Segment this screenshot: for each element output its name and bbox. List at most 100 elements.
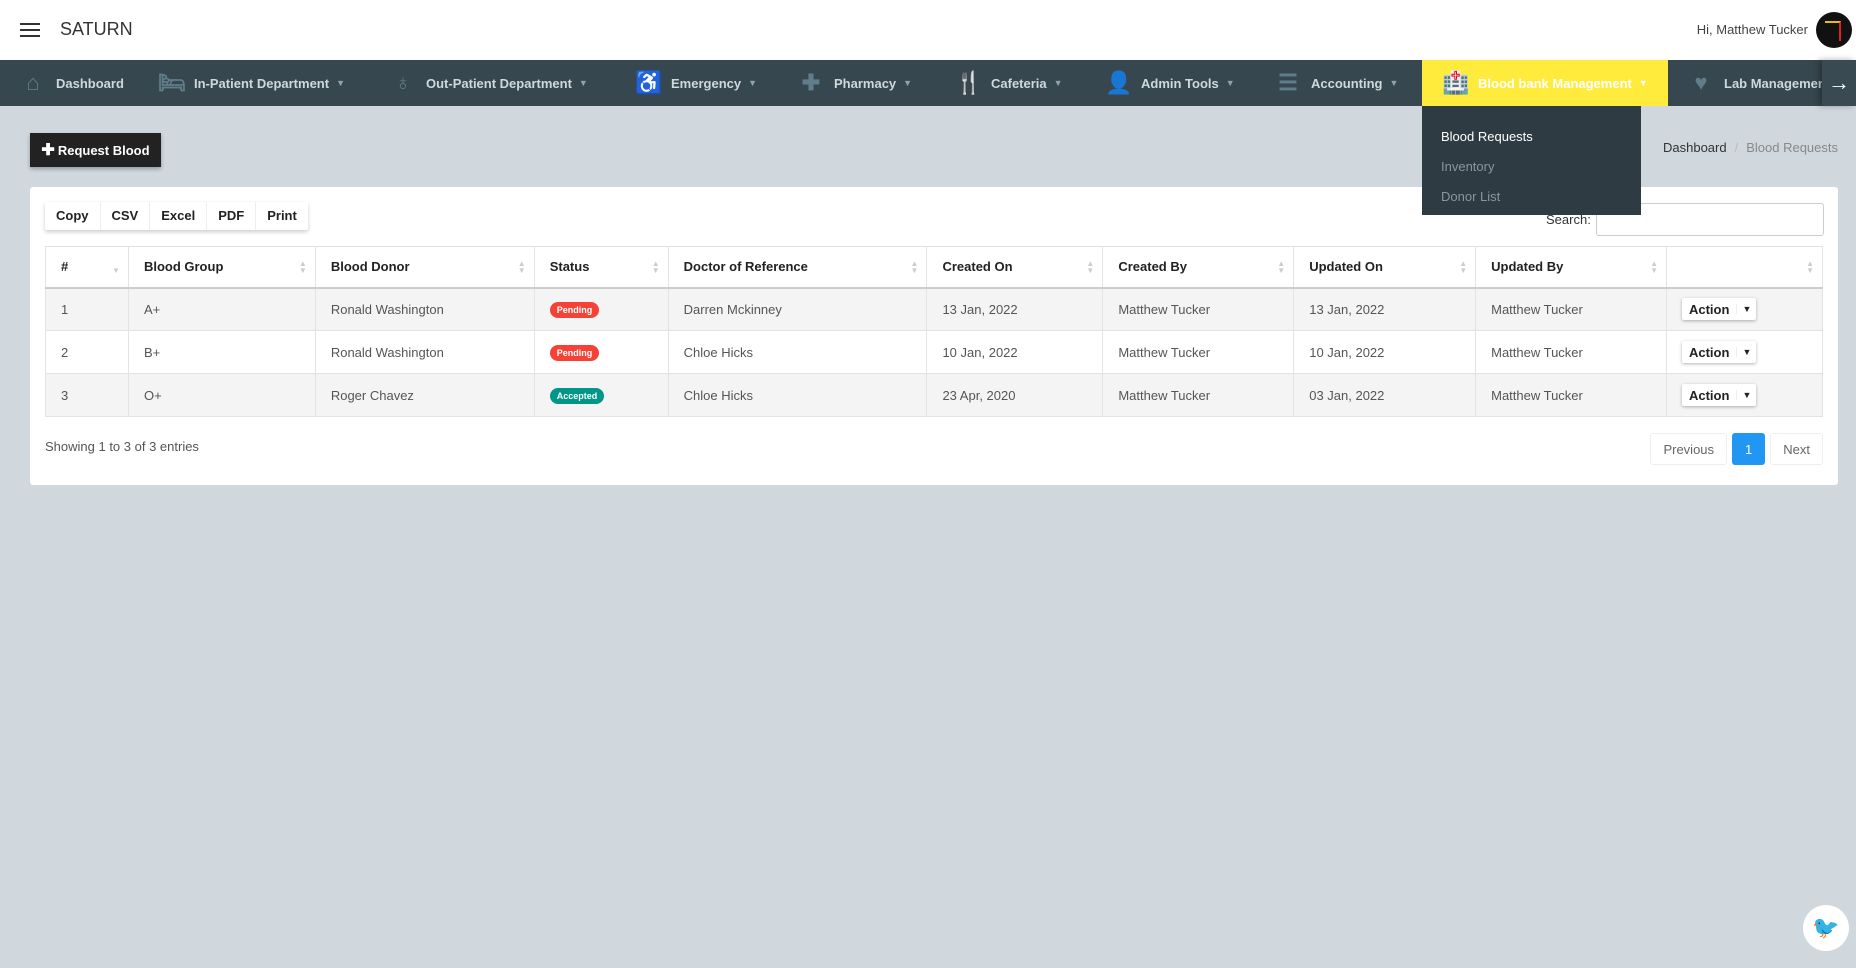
top-bar: SATURN Hi, Matthew Tucker	[0, 0, 1856, 60]
status-badge: Pending	[549, 301, 600, 318]
nav-label: Dashboard	[56, 75, 124, 91]
sort-icon: ▲ ▼	[1459, 259, 1468, 275]
caret-down-icon: ▼	[748, 78, 758, 88]
cell-updated-on: 10 Jan, 2022	[1293, 330, 1477, 374]
column-header[interactable]: Doctor of Reference ▲ ▼	[667, 246, 928, 289]
nav-item-out-patient-department[interactable]: ♁ Out-Patient Department ▼	[390, 60, 588, 106]
cell-doctor: Chloe Hicks	[667, 330, 928, 374]
cell-n: 3	[45, 373, 129, 417]
medkit-icon: ✚	[801, 70, 821, 95]
column-header[interactable]: Status ▲ ▼	[533, 246, 669, 289]
copy-button[interactable]: Copy	[45, 202, 101, 230]
column-header[interactable]: Updated By ▲ ▼	[1475, 246, 1667, 289]
nav-item-in-patient-department[interactable]: 🛏 In-Patient Department ▼	[158, 60, 345, 106]
column-header[interactable]: # ▼	[45, 246, 129, 289]
cell-doctor: Chloe Hicks	[667, 373, 928, 417]
blood-requests-table: # ▼ Blood Group ▲ ▼ Blood Donor ▲ ▼ Status ▲ ▼ Doct…	[45, 246, 1824, 417]
cell-status: Pending	[533, 287, 669, 331]
sort-icon: ▲ ▼	[651, 259, 660, 275]
caret-down-icon: ▼	[1053, 78, 1063, 88]
nav-label: Out-Patient Department	[426, 75, 572, 91]
cell-donor: Ronald Washington	[314, 287, 535, 331]
table-row: 2 B+ Ronald Washington Pending Chloe Hicks 10…	[45, 330, 1824, 374]
status-badge: Pending	[549, 344, 600, 361]
breadcrumb: Dashboard / Blood Requests	[1662, 140, 1838, 155]
nav-item-blood-bank-management[interactable]: 🏥 Blood bank Management ▼	[1422, 60, 1668, 106]
cell-status: Pending	[533, 330, 669, 374]
cell-created-by: Matthew Tucker	[1102, 373, 1295, 417]
chat-widget-bird-icon[interactable]: 🐦	[1803, 905, 1849, 951]
user-greeting: Hi, Matthew Tucker	[1696, 22, 1808, 37]
column-header[interactable]: Updated On ▲ ▼	[1293, 246, 1477, 289]
table-info: Showing 1 to 3 of 3 entries	[45, 439, 199, 454]
sort-icon: ▲ ▼	[298, 259, 307, 275]
pdf-button[interactable]: PDF	[207, 202, 257, 230]
cell-created-on: 23 Apr, 2020	[926, 373, 1104, 417]
blood-requests-card: Copy CSV Excel PDF Print Search: # ▼ Blood…	[30, 187, 1838, 485]
caret-down-icon: ▼	[1736, 347, 1756, 357]
caret-down-icon: ▼	[578, 78, 588, 88]
column-header[interactable]: Blood Donor ▲ ▼	[314, 246, 535, 289]
cell-updated-on: 13 Jan, 2022	[1293, 287, 1477, 331]
nav-item-cafeteria[interactable]: 🍴 Cafeteria ▼	[955, 60, 1063, 106]
sort-icon: ▲ ▼	[1277, 259, 1286, 275]
dropdown-item-blood-requests[interactable]: Blood Requests	[1422, 122, 1641, 152]
column-header[interactable]: Created On ▲ ▼	[926, 246, 1104, 289]
nav-label: Accounting	[1311, 75, 1383, 91]
caret-down-icon: ▼	[903, 78, 913, 88]
nav-item-admin-tools[interactable]: 👤 Admin Tools ▼	[1105, 60, 1235, 106]
sort-icon: ▲ ▼	[1650, 259, 1658, 275]
plus-icon: ✚	[41, 142, 55, 159]
nav-item-pharmacy[interactable]: ✚ Pharmacy ▼	[798, 60, 912, 106]
column-header[interactable]: Created By ▲ ▼	[1102, 246, 1295, 289]
nav-item-lab-managemen[interactable]: ♥ Lab Managemen	[1688, 60, 1825, 106]
nav-item-accounting[interactable]: ☰ Accounting ▼	[1275, 60, 1398, 106]
nav-label: Pharmacy	[834, 75, 897, 91]
print-button[interactable]: Print	[256, 202, 308, 230]
page-1-button[interactable]: 1	[1732, 433, 1766, 465]
avatar[interactable]	[1816, 12, 1852, 48]
action-dropdown-button[interactable]: Action ▼	[1681, 341, 1757, 363]
nav-label: Admin Tools	[1141, 75, 1219, 91]
nav-item-dashboard[interactable]: ⌂ Dashboard	[20, 60, 124, 106]
breadcrumb-dashboard[interactable]: Dashboard	[1663, 140, 1727, 155]
dropdown-item-inventory[interactable]: Inventory	[1422, 152, 1641, 182]
cell-created-on: 13 Jan, 2022	[926, 287, 1104, 331]
breadcrumb-current: Blood Requests	[1746, 140, 1838, 155]
cell-n: 2	[45, 330, 129, 374]
sort-icon: ▼	[112, 266, 120, 275]
sort-icon: ▲ ▼	[1086, 259, 1095, 275]
cell-donor: Roger Chavez	[314, 373, 535, 417]
cell-updated-on: 03 Jan, 2022	[1293, 373, 1477, 417]
cell-group: B+	[127, 330, 316, 374]
action-dropdown-button[interactable]: Action ▼	[1681, 298, 1757, 321]
csv-button[interactable]: CSV	[101, 202, 151, 230]
next-button[interactable]: Next	[1770, 433, 1823, 465]
menu-icon[interactable]	[20, 23, 40, 37]
cell-updated-by: Matthew Tucker	[1475, 330, 1667, 374]
heartbeat-icon: ♥	[1694, 70, 1708, 95]
nav-label: Blood bank Management	[1478, 75, 1632, 91]
cutlery-icon: 🍴	[955, 70, 983, 95]
caret-down-icon: ▼	[1638, 78, 1648, 88]
excel-button[interactable]: Excel	[150, 202, 208, 230]
nav-scroll-right-icon[interactable]: →	[1822, 60, 1856, 106]
request-blood-button[interactable]: ✚ Request Blood	[30, 133, 161, 167]
nav-label: In-Patient Department	[194, 75, 330, 91]
dropdown-item-donor-list[interactable]: Donor List	[1422, 182, 1641, 212]
action-dropdown-button[interactable]: Action ▼	[1681, 384, 1757, 406]
caret-down-icon: ▼	[1225, 78, 1235, 88]
nav-label: Cafeteria	[991, 75, 1047, 91]
column-header[interactable]: ▲ ▼	[1665, 246, 1824, 289]
sort-icon: ▲ ▼	[910, 259, 919, 275]
column-header[interactable]: Blood Group ▲ ▼	[127, 246, 316, 289]
export-buttons: Copy CSV Excel PDF Print	[45, 202, 308, 230]
nav-item-emergency[interactable]: ♿ Emergency ▼	[635, 60, 757, 106]
cell-action: Action ▼	[1665, 330, 1824, 374]
wheelchair-icon: ♿	[635, 70, 663, 95]
sort-icon: ▲ ▼	[517, 259, 526, 275]
previous-button[interactable]: Previous	[1650, 433, 1728, 465]
home-icon: ⌂	[26, 70, 40, 95]
status-badge: Accepted	[549, 387, 605, 404]
table-row: 3 O+ Roger Chavez Accepted Chloe Hicks 23 Apr…	[45, 373, 1824, 417]
